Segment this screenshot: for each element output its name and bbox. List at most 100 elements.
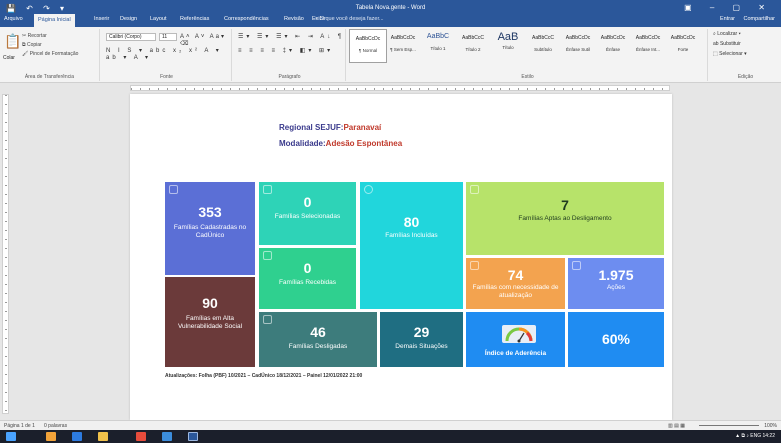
share-button[interactable]: Compartilhar bbox=[744, 16, 775, 22]
folder-icon[interactable] bbox=[98, 432, 108, 441]
page-count[interactable]: Página 1 de 1 bbox=[4, 423, 35, 429]
tab-pagina-inicial[interactable]: Página Inicial bbox=[34, 14, 75, 27]
style-forte[interactable]: AaBbCcDc Forte bbox=[664, 29, 702, 63]
clock: 14:22 bbox=[762, 433, 775, 439]
font-format-buttons[interactable]: N I S ▾ abc x₂ x² A ▾ ab ▾ A ▾ bbox=[106, 47, 231, 61]
tile-value: 90 bbox=[202, 295, 218, 311]
edge-icon[interactable] bbox=[72, 432, 82, 441]
taskbar: ▲ ⧉ ♪ ENG 14:22 bbox=[0, 430, 781, 443]
tab-correspondencias[interactable]: Correspondências bbox=[224, 16, 269, 22]
format-painter-button[interactable]: 🖌 Pincel de Formatação bbox=[22, 51, 78, 57]
clipboard-group: 📋 Colar ✂ Recortar ⧉ Copiar 🖌 Pincel de … bbox=[0, 29, 100, 81]
tell-me-search[interactable]: ♀ O que você deseja fazer... bbox=[314, 16, 384, 22]
style-name: Título 2 bbox=[465, 47, 481, 52]
style-sem-espacamento[interactable]: AaBbCcDc ¶ Sem Esp... bbox=[384, 29, 422, 63]
style-name: Ênfase Sutil bbox=[565, 47, 590, 52]
tile-label: Famílias Aptas ao Desligamento bbox=[518, 215, 612, 222]
title-bar: 💾 ↶ ↷ ▾ Tabela Nova.gente - Word ▣ – ▢ ✕… bbox=[0, 0, 781, 27]
style-subtitulo[interactable]: AaBbCcC Subtítulo bbox=[524, 29, 562, 63]
tile-aderencia-percentual: 60% bbox=[568, 312, 664, 367]
paragraph-list-buttons[interactable]: ☰▾ ☰▾ ☰▾ ⇤ ⇥ A↓ ¶ bbox=[238, 33, 344, 40]
tab-arquivo[interactable]: Arquivo bbox=[4, 16, 23, 22]
status-bar: Página 1 de 1 0 palavras ▥ ▤ ▦ 100% bbox=[0, 420, 781, 430]
tile-label: Índice de Aderência bbox=[484, 350, 547, 357]
style-preview: AaBbCcDc bbox=[565, 35, 591, 41]
tile-value: 0 bbox=[303, 260, 312, 276]
cut-button[interactable]: ✂ Recortar bbox=[22, 33, 47, 39]
format-painter-label: Pincel de Formatação bbox=[29, 51, 79, 57]
tab-inserir[interactable]: Inserir bbox=[94, 16, 109, 22]
tile-label: Famílias Cadastradas no CadÚnico bbox=[173, 224, 247, 239]
tile-value: 0 bbox=[303, 194, 312, 210]
target-icon bbox=[364, 185, 373, 194]
style-preview: AaBbCcDc bbox=[600, 35, 626, 41]
tile-value: 29 bbox=[413, 324, 430, 340]
tile-indice-aderencia: Índice de Aderência bbox=[466, 312, 565, 367]
chrome-icon[interactable] bbox=[162, 432, 172, 441]
paste-icon[interactable]: 📋 bbox=[4, 33, 21, 50]
style-name: ¶ Sem Esp... bbox=[390, 47, 416, 52]
font-size-select[interactable]: 11 bbox=[159, 33, 177, 41]
style-preview: AaB bbox=[497, 31, 519, 43]
style-enfase[interactable]: AaBbCcDc Ênfase bbox=[594, 29, 632, 63]
style-titulo-2[interactable]: AaBbCcC Título 2 bbox=[454, 29, 492, 63]
editing-group-label: Edição bbox=[737, 74, 754, 80]
style-name: Título 1 bbox=[430, 46, 446, 51]
find-button[interactable]: ⌕ Localizar ▾ bbox=[713, 31, 741, 37]
tile-necessidade-atualizacao: 74 Famílias com necessidade de atualizaç… bbox=[466, 258, 565, 309]
regional-value: Paranavaí bbox=[343, 123, 382, 132]
vertical-ruler[interactable] bbox=[2, 94, 9, 414]
copy-button[interactable]: ⧉ Copiar bbox=[22, 42, 42, 48]
style-titulo-1[interactable]: AaBbC Título 1 bbox=[419, 29, 457, 63]
style-preview: AaBbCcC bbox=[532, 35, 554, 41]
word-icon[interactable] bbox=[188, 432, 198, 441]
style-titulo[interactable]: AaB Título bbox=[489, 29, 527, 63]
paragraph-align-buttons[interactable]: ≡ ≡ ≡ ≡ ‡▾ ◧▾ ⊞▾ bbox=[238, 47, 333, 54]
style-preview: AaBbCcDc bbox=[635, 35, 661, 41]
tab-referencias[interactable]: Referências bbox=[180, 16, 209, 22]
sign-in-link[interactable]: Entrar bbox=[720, 16, 735, 22]
clipboard-group-label: Área de Transferência bbox=[24, 74, 75, 80]
style-preview: AaBbCcDc bbox=[355, 36, 381, 42]
tile-familias-incluidas: 80 Famílias Incluídas bbox=[360, 182, 463, 309]
zoom-level[interactable]: 100% bbox=[764, 423, 777, 429]
zoom-slider[interactable] bbox=[699, 425, 759, 426]
tile-aptas-desligamento: 7 Famílias Aptas ao Desligamento bbox=[466, 182, 664, 255]
style-enfase-intensa[interactable]: AaBbCcDc Ênfase Int... bbox=[629, 29, 667, 63]
font-size-buttons[interactable]: A˄ A˅ Aa▾ ⌫ bbox=[180, 33, 231, 47]
copy-label: Copiar bbox=[26, 42, 42, 48]
unlink-icon bbox=[263, 315, 272, 324]
styles-group-label: Estilo bbox=[521, 74, 534, 80]
chart-icon bbox=[470, 185, 479, 194]
ruler-track[interactable] bbox=[130, 85, 670, 91]
style-preview: AaBbCcC bbox=[462, 35, 484, 41]
tile-familias-cadastradas: 353 Famílias Cadastradas no CadÚnico bbox=[165, 182, 255, 275]
style-normal[interactable]: AaBbCcDc ¶ Normal bbox=[349, 29, 387, 63]
tab-layout[interactable]: Layout bbox=[150, 16, 167, 22]
tile-label: Famílias Incluídas bbox=[385, 232, 438, 239]
tile-label: Famílias Desligadas bbox=[288, 343, 348, 350]
search-icon bbox=[263, 185, 272, 194]
tile-value: 80 bbox=[403, 214, 420, 230]
view-buttons[interactable]: ▥ ▤ ▦ bbox=[668, 423, 685, 429]
tile-value: 7 bbox=[561, 197, 569, 213]
app-icon-2[interactable] bbox=[136, 432, 146, 441]
horizontal-ruler[interactable] bbox=[0, 84, 781, 92]
style-enfase-sutil[interactable]: AaBbCcDc Ênfase Sutil bbox=[559, 29, 597, 63]
styles-gallery: AaBbCcDc ¶ Normal AaBbCcDc ¶ Sem Esp... Aa… bbox=[349, 29, 699, 73]
paste-button[interactable]: Colar bbox=[3, 55, 15, 61]
tab-revisao[interactable]: Revisão bbox=[284, 16, 304, 22]
document-page[interactable]: Regional SEJUF:Paranavaí Modalidade:Ades… bbox=[130, 94, 672, 420]
windows-start-icon[interactable] bbox=[6, 432, 16, 441]
tile-value: 74 bbox=[507, 267, 524, 283]
window-controls[interactable]: ▣ – ▢ ✕ bbox=[684, 3, 773, 12]
replace-button[interactable]: ab Substituir bbox=[713, 41, 741, 47]
system-tray[interactable]: ▲ ⧉ ♪ ENG 14:22 bbox=[735, 433, 775, 439]
app-icon-1[interactable] bbox=[46, 432, 56, 441]
tab-design[interactable]: Design bbox=[120, 16, 137, 22]
tile-value: 353 bbox=[198, 204, 222, 220]
style-name: Ênfase bbox=[605, 47, 620, 52]
font-name-select[interactable]: Calibri (Corpo) bbox=[106, 33, 156, 41]
word-count[interactable]: 0 palavras bbox=[44, 423, 67, 429]
select-button[interactable]: ⬚ Selecionar ▾ bbox=[713, 51, 747, 57]
